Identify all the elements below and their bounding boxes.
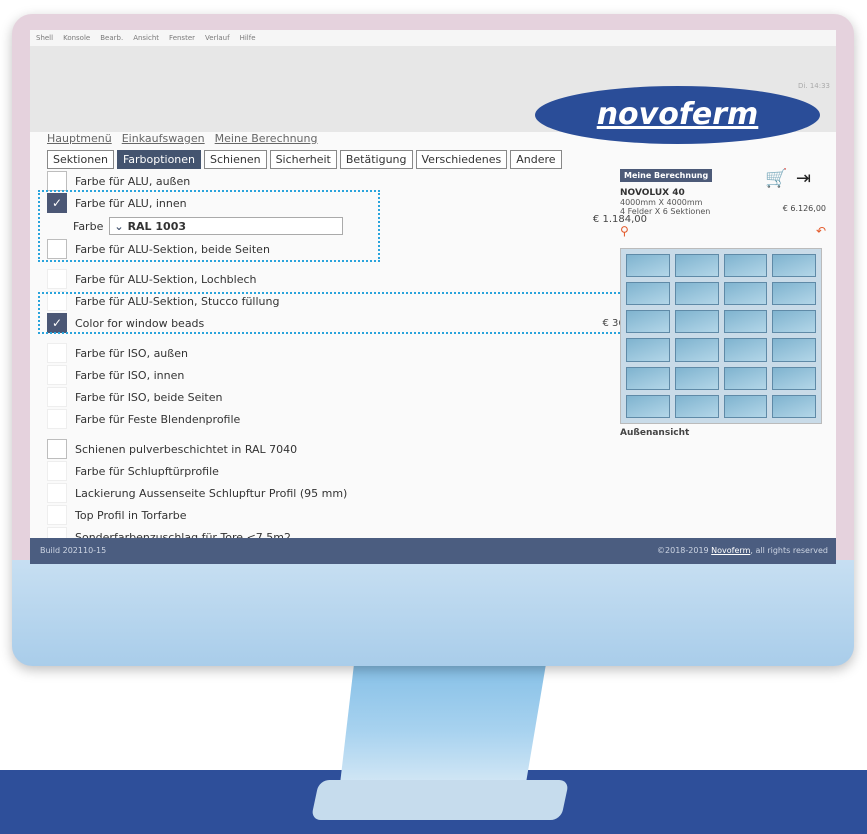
option-schienen[interactable]: Schienen pulverbeschichtet in RAL 7040 (47, 438, 647, 460)
checkbox[interactable] (47, 505, 67, 525)
door-panel (674, 394, 719, 418)
door-panel (723, 338, 768, 362)
build-label: Build 202110-15 (40, 546, 107, 555)
door-panel (626, 254, 670, 278)
option-label: Farbe für ISO, beide Seiten (75, 390, 223, 404)
door-panel (772, 394, 816, 418)
option-iso-aussen[interactable]: Farbe für ISO, außen (47, 342, 647, 364)
option-label: Top Profil in Torfarbe (75, 508, 187, 522)
door-panel (723, 282, 768, 306)
door-panel (772, 254, 816, 278)
door-preview (620, 248, 822, 424)
checkbox[interactable] (47, 387, 67, 407)
option-iso-innen[interactable]: Farbe für ISO, innen (47, 364, 647, 386)
checkbox[interactable] (47, 171, 67, 191)
calculation-sidebar: Meine Berechnung 🛒 ⇥ NOVOLUX 40 4000mm X… (620, 168, 830, 438)
nav-einkaufswagen[interactable]: Einkaufswagen (122, 132, 205, 145)
status-clock: Di. 14:33 (798, 82, 830, 90)
preview-caption: Außenansicht (620, 428, 690, 438)
door-panel (674, 254, 719, 278)
cart-icon[interactable]: 🛒 (765, 168, 787, 189)
door-panel (772, 366, 816, 390)
door-panel (723, 254, 768, 278)
option-schlupftuer[interactable]: Farbe für Schlupftürprofile (47, 460, 647, 482)
door-panel (626, 366, 670, 390)
top-nav: Hauptmenü Einkaufswagen Meine Berechnung (47, 132, 318, 145)
menu-item[interactable]: Fenster (169, 30, 195, 46)
company-link[interactable]: Novoferm (711, 546, 750, 555)
door-panel (626, 282, 670, 306)
door-panel (674, 310, 719, 334)
door-panel (723, 366, 768, 390)
menu-item[interactable]: Konsole (63, 30, 90, 46)
option-label: Farbe für ISO, außen (75, 346, 188, 360)
option-label: Farbe für ISO, innen (75, 368, 185, 382)
door-panel (674, 282, 719, 306)
tab-farboptionen[interactable]: Farboptionen (116, 150, 202, 169)
screen: Shell Konsole Bearb. Ansicht Fenster Ver… (30, 30, 836, 564)
tab-andere[interactable]: Andere (510, 150, 562, 169)
option-top-profil[interactable]: Top Profil in Torfarbe (47, 504, 647, 526)
door-panel (723, 394, 768, 418)
option-lackierung[interactable]: Lackierung Aussenseite Schlupftur Profil… (47, 482, 647, 504)
tab-betaetigung[interactable]: Betätigung (339, 150, 413, 169)
option-iso-beide[interactable]: Farbe für ISO, beide Seiten (47, 386, 647, 408)
nav-hauptmenue[interactable]: Hauptmenü (47, 132, 112, 145)
door-panel (674, 366, 719, 390)
menu-item[interactable]: Ansicht (133, 30, 159, 46)
exit-icon[interactable]: ⇥ (796, 168, 811, 189)
product-name: NOVOLUX 40 (620, 188, 685, 198)
door-panel (626, 338, 670, 362)
tab-sicherheit[interactable]: Sicherheit (269, 150, 337, 169)
undo-icon[interactable]: ↶ (816, 224, 826, 238)
highlight-box (38, 190, 380, 262)
door-panel (772, 310, 816, 334)
highlight-box (38, 292, 628, 334)
option-label: Farbe für Feste Blendenprofile (75, 412, 241, 426)
menu-item[interactable]: Bearb. (100, 30, 123, 46)
door-panel (626, 310, 670, 334)
tab-verschiedenes[interactable]: Verschiedenes (415, 150, 508, 169)
door-panel (674, 338, 719, 362)
option-alu-lochblech[interactable]: Farbe für ALU-Sektion, Lochblech (47, 268, 647, 290)
option-label: Lackierung Aussenseite Schlupftur Profil… (75, 486, 348, 500)
checkbox[interactable] (47, 483, 67, 503)
total-price: € 6.126,00 (782, 204, 826, 213)
option-label: Schienen pulverbeschichtet in RAL 7040 (75, 442, 298, 456)
option-alu-aussen[interactable]: Farbe für ALU, außen (47, 170, 647, 192)
menu-bar: Shell Konsole Bearb. Ansicht Fenster Ver… (30, 30, 836, 46)
tab-schienen[interactable]: Schienen (204, 150, 267, 169)
footer-bar: Build 202110-15 ©2018-2019 Novoferm, all… (30, 538, 836, 564)
checkbox[interactable] (47, 461, 67, 481)
copyright: ©2018-2019 Novoferm, all rights reserved (657, 546, 828, 555)
door-panel (626, 394, 670, 418)
door-panel (772, 282, 816, 306)
checkbox[interactable] (47, 439, 67, 459)
checkbox[interactable] (47, 365, 67, 385)
option-label: Farbe für ALU-Sektion, Lochblech (75, 272, 257, 286)
tab-bar: Sektionen Farboptionen Schienen Sicherhe… (47, 150, 562, 169)
option-label: Farbe für ALU, außen (75, 174, 191, 188)
search-icon[interactable]: ⚲ (620, 224, 629, 238)
monitor-chin (12, 560, 854, 666)
option-label: Farbe für Schlupftürprofile (75, 464, 219, 478)
door-panel (723, 310, 768, 334)
novoferm-logo[interactable]: novoferm (535, 86, 820, 144)
option-feste-blenden[interactable]: Farbe für Feste Blendenprofile (47, 408, 647, 430)
menu-item[interactable]: Shell (36, 30, 53, 46)
tab-sektionen[interactable]: Sektionen (47, 150, 114, 169)
checkbox[interactable] (47, 343, 67, 363)
sidebar-title: Meine Berechnung (620, 169, 713, 182)
door-panel (772, 338, 816, 362)
menu-item[interactable]: Hilfe (240, 30, 256, 46)
menu-item[interactable]: Verlauf (205, 30, 230, 46)
checkbox[interactable] (47, 409, 67, 429)
nav-meine-berechnung[interactable]: Meine Berechnung (215, 132, 318, 145)
monitor-foot (310, 780, 570, 820)
checkbox[interactable] (47, 269, 67, 289)
